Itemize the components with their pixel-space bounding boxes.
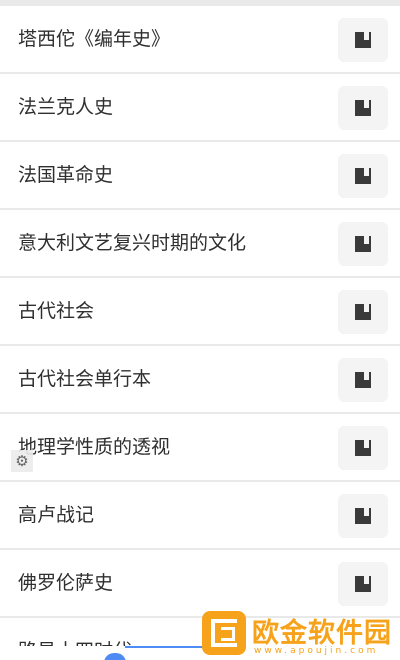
tab-home[interactable] xyxy=(104,653,126,660)
read-button[interactable] xyxy=(338,562,388,606)
watermark-name: 欧金软件园 xyxy=(252,618,392,649)
read-button[interactable] xyxy=(338,290,388,334)
watermark-url: www.apoujin.com xyxy=(254,646,379,656)
list-item[interactable]: 塔西佗《编年史》 xyxy=(0,6,400,72)
book-icon xyxy=(355,236,371,252)
list-item[interactable]: 高卢战记 xyxy=(0,482,400,548)
list-item[interactable]: 古代社会 xyxy=(0,278,400,344)
book-icon xyxy=(355,508,371,524)
list-item[interactable]: 古代社会单行本 xyxy=(0,346,400,412)
watermark-logo-icon xyxy=(202,611,246,655)
book-title: 地理学性质的透视 xyxy=(18,436,171,458)
book-title: 意大利文艺复兴时期的文化 xyxy=(18,232,247,254)
read-button[interactable] xyxy=(338,86,388,130)
read-button[interactable] xyxy=(338,494,388,538)
book-icon xyxy=(355,168,371,184)
book-icon xyxy=(355,440,371,456)
read-button[interactable] xyxy=(338,426,388,470)
read-button[interactable] xyxy=(338,18,388,62)
book-title: 高卢战记 xyxy=(18,504,95,526)
book-title: 塔西佗《编年史》 xyxy=(18,28,171,50)
book-list: 塔西佗《编年史》 法兰克人史 法国革命史 意大利文艺复兴时期的文化 古代社会 古… xyxy=(0,0,400,660)
book-icon xyxy=(355,372,371,388)
read-button[interactable] xyxy=(338,154,388,198)
list-item[interactable]: 佛罗伦萨史 xyxy=(0,550,400,616)
book-title: 古代社会单行本 xyxy=(18,368,152,390)
book-title: 佛罗伦萨史 xyxy=(18,572,114,594)
list-item[interactable]: 法兰克人史 xyxy=(0,74,400,140)
read-button[interactable] xyxy=(338,222,388,266)
book-icon xyxy=(355,100,371,116)
list-item[interactable]: 法国革命史 xyxy=(0,142,400,208)
list-item[interactable]: 地理学性质的透视 xyxy=(0,414,400,480)
read-button[interactable] xyxy=(338,358,388,402)
book-title: 法兰克人史 xyxy=(18,96,114,118)
book-icon xyxy=(355,32,371,48)
watermark: 欧金软件园 www.apoujin.com xyxy=(202,611,400,660)
book-icon xyxy=(355,576,371,592)
list-item[interactable]: 意大利文艺复兴时期的文化 xyxy=(0,210,400,276)
book-title: 古代社会 xyxy=(18,300,95,322)
book-title: 法国革命史 xyxy=(18,164,114,186)
gear-icon[interactable]: ⚙ xyxy=(11,450,33,472)
book-icon xyxy=(355,304,371,320)
